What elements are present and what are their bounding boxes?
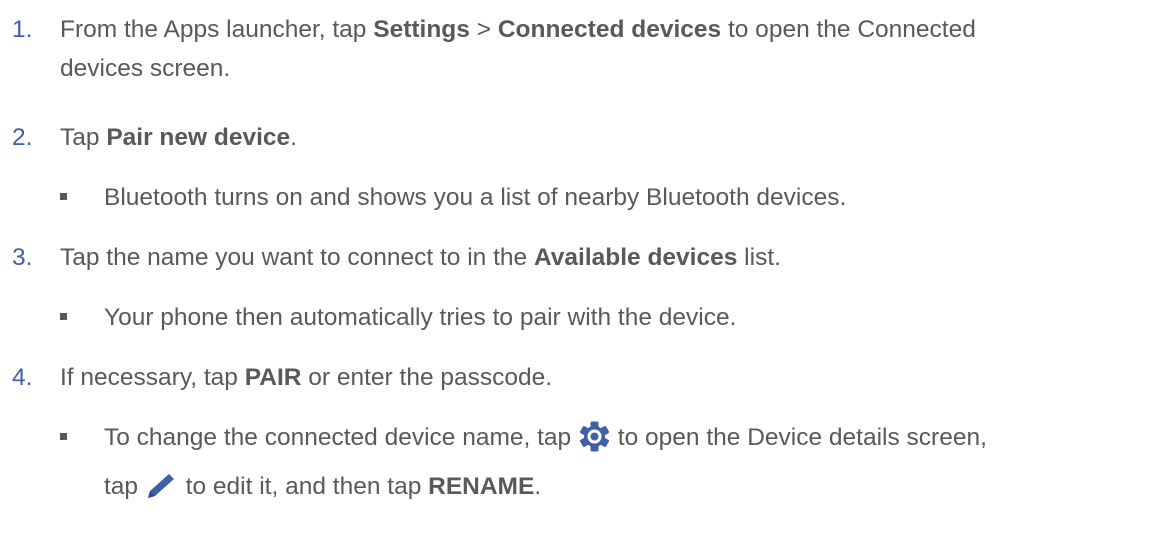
step-number: 3. [12,244,33,271]
step-text-part: Tap the name you want to connect to in t… [60,244,534,271]
square-bullet-icon [60,313,67,320]
step-text-part: or enter the passcode. [301,364,553,391]
pencil-edit-icon [145,471,179,501]
step-text-part: list. [737,244,781,271]
substep-text: To change the connected device name, tap [104,413,1166,511]
step-text-part: Tap [60,124,107,151]
step-text-part: . [290,124,297,151]
step-text: If necessary, tap PAIR or enter the pass… [60,358,1166,397]
gear-settings-icon [578,421,611,452]
step-text: Tap Pair new device. [60,118,1166,157]
step-text-part: If necessary, tap [60,364,245,391]
step-text-part: devices screen. [60,55,231,82]
substep-text-part: to open the Device details screen, [611,424,987,451]
square-bullet-icon [60,433,67,440]
step-text-part: to open the Connected [721,16,976,43]
substep-text-part: tap [104,473,145,500]
step-number: 2. [12,124,33,151]
step-text-part: > [469,16,498,43]
bold-term-available-devices: Available devices [533,244,738,271]
substep-text: Bluetooth turns on and shows you a list … [104,184,847,211]
substep-text: Your phone then automatically tries to p… [104,304,737,331]
step-text: From the Apps launcher, tap Settings > C… [60,10,1166,88]
bold-term-pair-new-device: Pair new device [106,124,291,151]
bold-term-rename: RENAME [428,473,535,500]
bold-term-settings: Settings [373,16,470,43]
step-number: 4. [12,364,33,391]
substep-text-part: . [534,473,542,500]
bold-term-connected-devices: Connected devices [497,16,722,43]
substep-text-part: to edit it, and then tap [178,473,429,500]
step-text: Tap the name you want to connect to in t… [60,238,1166,277]
square-bullet-icon [60,193,67,200]
bold-term-pair: PAIR [244,364,302,391]
substep-text-part: To change the connected device name, tap [104,424,578,451]
instructions-document: 1. From the Apps launcher, tap Settings … [0,0,1176,538]
step-number: 1. [12,16,33,43]
step-text-part: From the Apps launcher, tap [60,16,374,43]
